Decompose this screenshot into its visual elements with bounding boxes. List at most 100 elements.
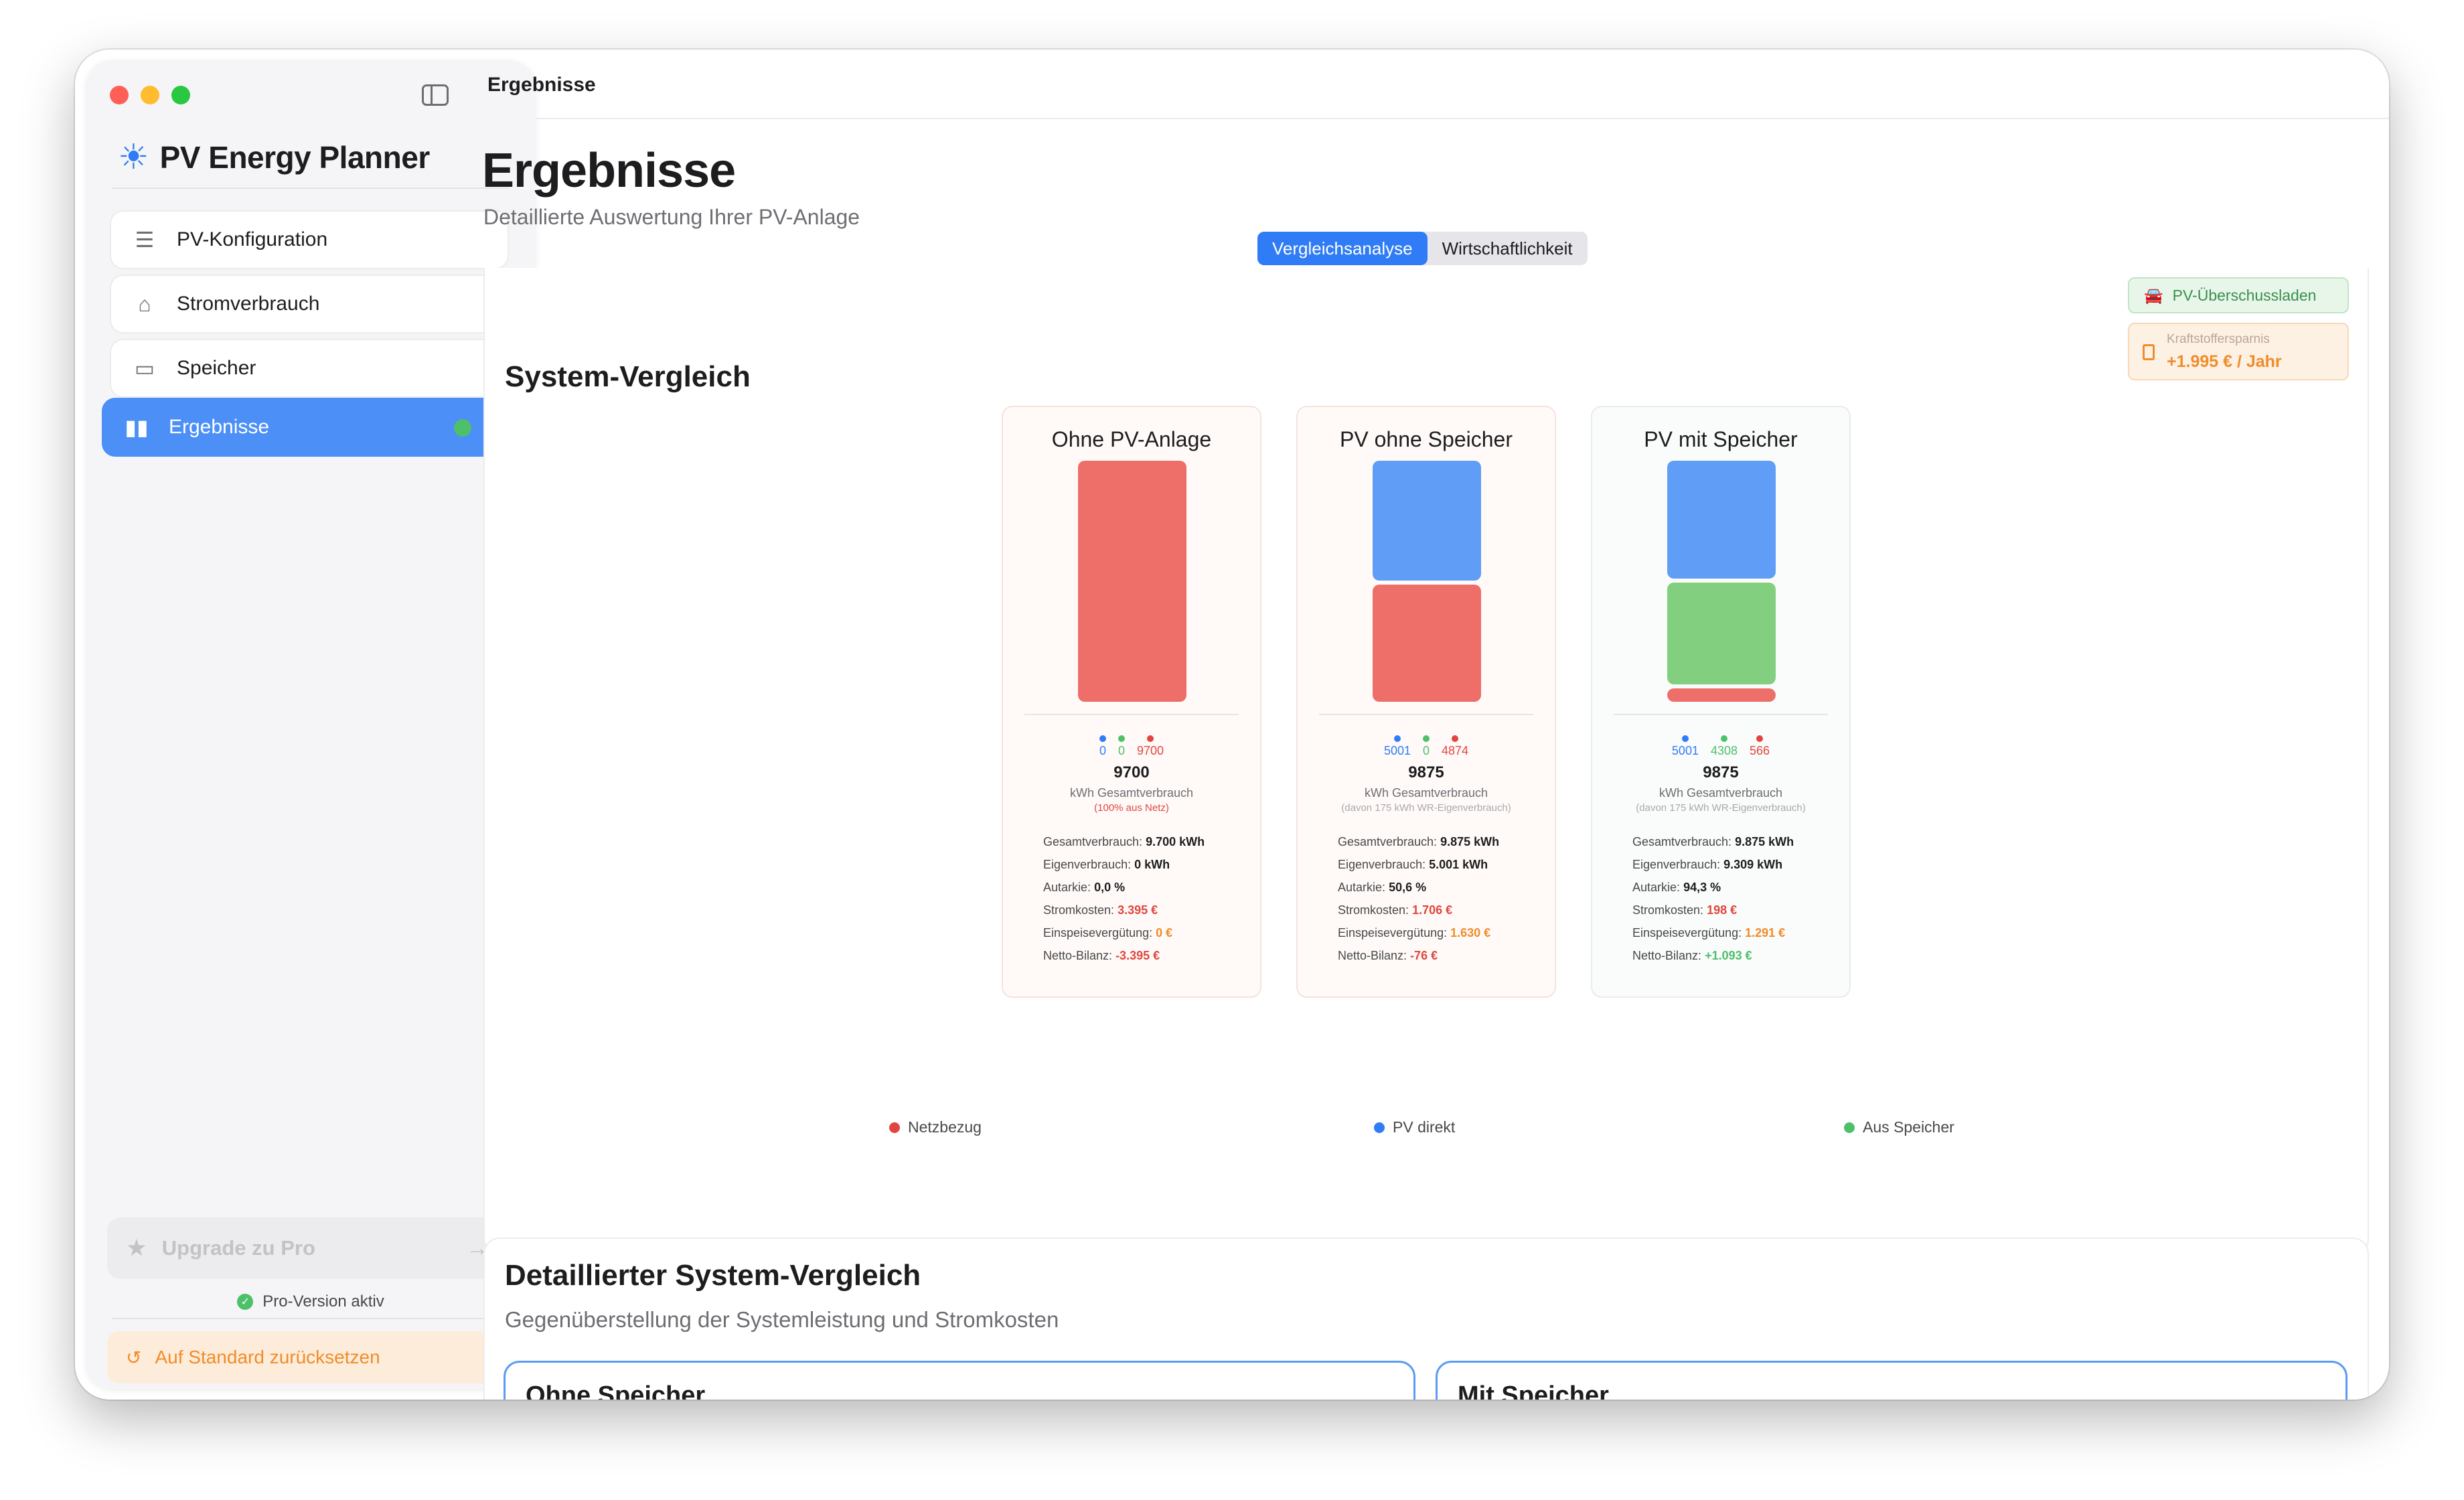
stat-row: Einspeisevergütung: 1.291 € <box>1632 921 1794 944</box>
bar-from-storage <box>1667 583 1776 685</box>
stat-row: Stromkosten: 3.395 € <box>1043 899 1205 921</box>
zoom-window-button[interactable] <box>171 86 190 104</box>
stat-row: Netto-Bilanz: -3.395 € <box>1043 944 1205 967</box>
value-dot <box>1147 735 1154 742</box>
stat-value: 1.291 € <box>1745 926 1786 940</box>
column-title: Ohne PV-Anlage <box>1051 427 1212 451</box>
sidebar-item-label: PV-Konfiguration <box>177 228 328 250</box>
stat-value: 1.706 € <box>1412 903 1453 917</box>
tab-switcher: Vergleichsanalyse Wirtschaftlichkeit <box>1257 232 1588 265</box>
stats-list: Gesamtverbrauch: 9.875 kWh Eigenverbrauch… <box>1632 830 1794 967</box>
app-title: PV Energy Planner <box>159 140 431 175</box>
reset-label: Auf Standard zurücksetzen <box>155 1347 380 1367</box>
value-dot <box>1756 735 1764 742</box>
stat-row: Stromkosten: 1.706 € <box>1338 899 1499 921</box>
legend-label: Aus Speicher <box>1863 1118 1954 1136</box>
divider <box>1024 714 1239 715</box>
stat-row: Gesamtverbrauch: 9.875 kWh <box>1338 830 1499 853</box>
section-subtitle: Gegenüberstellung der Systemleistung und… <box>505 1307 1059 1332</box>
stat-value: 3.395 € <box>1118 903 1158 917</box>
sidebar-item-ergebnisse[interactable]: ▮▮ Ergebnisse <box>102 398 517 457</box>
sidebar-item-label: Ergebnisse <box>169 416 270 438</box>
sidebar-toggle-icon[interactable] <box>422 84 449 106</box>
stat-label: Gesamtverbrauch: <box>1043 835 1143 848</box>
check-icon <box>454 419 471 437</box>
stat-row: Netto-Bilanz: -76 € <box>1338 944 1499 967</box>
value-item: 4308 <box>1711 735 1738 757</box>
star-icon: ★ <box>127 1236 146 1260</box>
stat-label: Eigenverbrauch: <box>1338 858 1426 871</box>
legend-item-pv-direct: PV direkt <box>1374 1118 1455 1136</box>
reset-button[interactable]: ↺ Auf Standard zurücksetzen <box>107 1331 509 1383</box>
stat-row: Einspeisevergütung: 0 € <box>1043 921 1205 944</box>
stat-label: Einspeisevergütung: <box>1338 926 1448 940</box>
stat-value: -76 € <box>1410 949 1438 962</box>
value-legend: 0 0 9700 <box>1003 735 1260 757</box>
subcard-title: Ohne Speicher <box>526 1381 706 1400</box>
value-item: 0 <box>1118 735 1125 757</box>
value-label: 0 <box>1118 744 1125 757</box>
value-dot <box>1422 735 1430 742</box>
value-item: 5001 <box>1672 735 1699 757</box>
reset-icon: ↺ <box>126 1347 142 1368</box>
check-icon: ✓ <box>237 1294 254 1310</box>
total-note: (davon 175 kWh WR-Eigenverbrauch) <box>1341 802 1511 814</box>
stat-label: Eigenverbrauch: <box>1043 858 1132 871</box>
value-label: 566 <box>1750 744 1770 757</box>
stat-row: Eigenverbrauch: 5.001 kWh <box>1338 853 1499 876</box>
stat-row: Eigenverbrauch: 0 kWh <box>1043 853 1205 876</box>
stat-label: Stromkosten: <box>1632 903 1704 917</box>
upgrade-button[interactable]: ★ Upgrade zu Pro → <box>107 1217 509 1279</box>
legend-dot <box>1844 1122 1855 1133</box>
sidebar: ☀ PV Energy Planner ☰ PV-Konfiguration ⌂… <box>86 60 536 1389</box>
tab-wirtschaftlichkeit[interactable]: Wirtschaftlichkeit <box>1428 232 1588 265</box>
compare-column: PV mit Speicher 5001 4308 566 9875 kWh Gesamt… <box>1591 406 1851 998</box>
legend-label: Netzbezug <box>908 1118 982 1136</box>
total-consumption: 9875 <box>1703 763 1739 781</box>
legend-dot <box>889 1122 900 1133</box>
stat-row: Eigenverbrauch: 9.309 kWh <box>1632 853 1794 876</box>
compare-column: PV ohne Speicher 5001 0 4874 9875 kWh Gesamtv… <box>1296 406 1556 998</box>
section-title: Detaillierter System-Vergleich <box>505 1259 921 1292</box>
bar-pv-direct <box>1373 461 1481 581</box>
badge-value: +1.995 € / Jahr <box>2167 352 2282 371</box>
stat-value: 9.875 kWh <box>1440 835 1500 848</box>
stat-value: 9.875 kWh <box>1735 835 1794 848</box>
value-item: 0 <box>1422 735 1430 757</box>
surplus-charging-badge: 🚘 PV-Überschussladen <box>2128 277 2349 313</box>
divider <box>112 1318 509 1319</box>
sidebar-item-pv-konfiguration[interactable]: ☰ PV-Konfiguration <box>110 210 509 269</box>
upgrade-label: Upgrade zu Pro <box>161 1236 315 1260</box>
stat-label: Netto-Bilanz: <box>1632 949 1702 962</box>
stat-label: Gesamtverbrauch: <box>1632 835 1732 848</box>
total-unit: kWh Gesamtverbrauch <box>1069 786 1194 800</box>
legend-label: PV direkt <box>1393 1118 1456 1136</box>
compare-column: Ohne PV-Anlage 0 0 9700 9700 kWh Gesamtverbra… <box>1002 406 1261 998</box>
badge-label: Kraftstoffersparnis <box>2167 332 2270 346</box>
value-label: 5001 <box>1383 744 1411 757</box>
stat-label: Stromkosten: <box>1043 903 1115 917</box>
stats-list: Gesamtverbrauch: 9.700 kWh Eigenverbrauch… <box>1043 830 1205 967</box>
value-item: 9700 <box>1137 735 1164 757</box>
car-icon: 🚘 <box>2144 286 2163 304</box>
sun-icon: ☀ <box>118 138 149 177</box>
total-note: (davon 175 kWh WR-Eigenverbrauch) <box>1636 802 1806 814</box>
tab-vergleichsanalyse[interactable]: Vergleichsanalyse <box>1257 232 1428 265</box>
sidebar-item-stromverbrauch[interactable]: ⌂ Stromverbrauch <box>110 275 509 333</box>
stat-row: Einspeisevergütung: 1.630 € <box>1338 921 1499 944</box>
badge-label: PV-Überschussladen <box>2172 286 2317 304</box>
close-window-button[interactable] <box>110 86 129 104</box>
divider <box>536 118 2389 119</box>
page-subtitle: Detaillierte Auswertung Ihrer PV-Anlage <box>483 205 860 229</box>
stat-value: 0 kWh <box>1134 858 1170 871</box>
page-title: Ergebnisse <box>482 144 736 198</box>
column-title: PV mit Speicher <box>1644 427 1798 451</box>
stat-label: Autarkie: <box>1043 881 1091 894</box>
total-unit: kWh Gesamtverbrauch <box>1364 786 1488 800</box>
sidebar-item-speicher[interactable]: ▭ Speicher <box>110 339 509 398</box>
minimize-window-button[interactable] <box>141 86 159 104</box>
value-dot <box>1393 735 1401 742</box>
chart-bars-icon: ▮▮ <box>125 415 149 439</box>
house-icon: ⌂ <box>138 291 151 316</box>
legend-dot <box>1374 1122 1385 1133</box>
